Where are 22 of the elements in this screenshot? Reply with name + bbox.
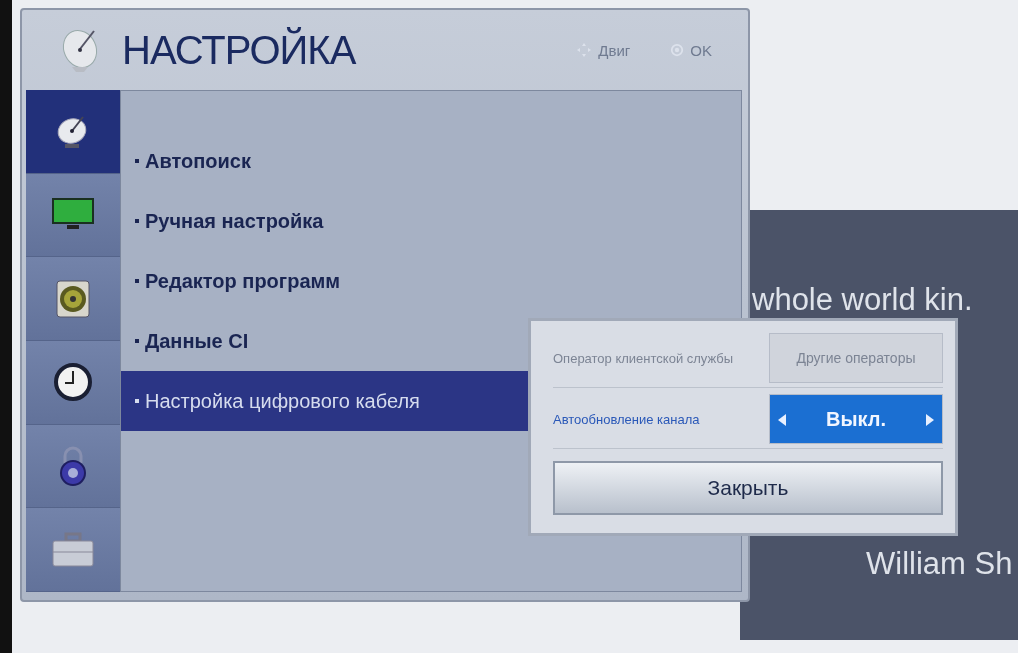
slide-author-text: William Sh — [866, 546, 1013, 582]
menu-item[interactable]: Автопоиск — [121, 131, 741, 191]
setting-label: Автообновление канала — [553, 411, 700, 427]
briefcase-icon — [51, 531, 95, 568]
ok-button-icon — [670, 43, 685, 57]
hint-label: OK — [690, 41, 712, 59]
menu-title: НАСТРОЙКА — [122, 27, 356, 73]
menu-item[interactable]: Ручная настройка — [121, 191, 741, 251]
left-arrow-icon — [778, 414, 786, 426]
setting-value-selector[interactable]: Выкл. — [769, 394, 943, 444]
padlock-icon — [57, 445, 89, 487]
right-arrow-icon — [926, 414, 934, 426]
close-button[interactable]: Закрыть — [553, 461, 943, 515]
hint-label: Двиг — [598, 41, 631, 59]
category-tab[interactable] — [26, 341, 120, 425]
navigation-arrows-icon — [576, 42, 593, 58]
speaker-icon — [55, 278, 91, 319]
setting-label: Оператор клиентской службы — [553, 350, 734, 366]
menu-item[interactable]: Редактор программ — [121, 251, 741, 311]
slide-quote-text: whole world kin. — [752, 282, 973, 318]
clock-icon — [53, 362, 93, 403]
category-tab[interactable] — [26, 90, 120, 174]
